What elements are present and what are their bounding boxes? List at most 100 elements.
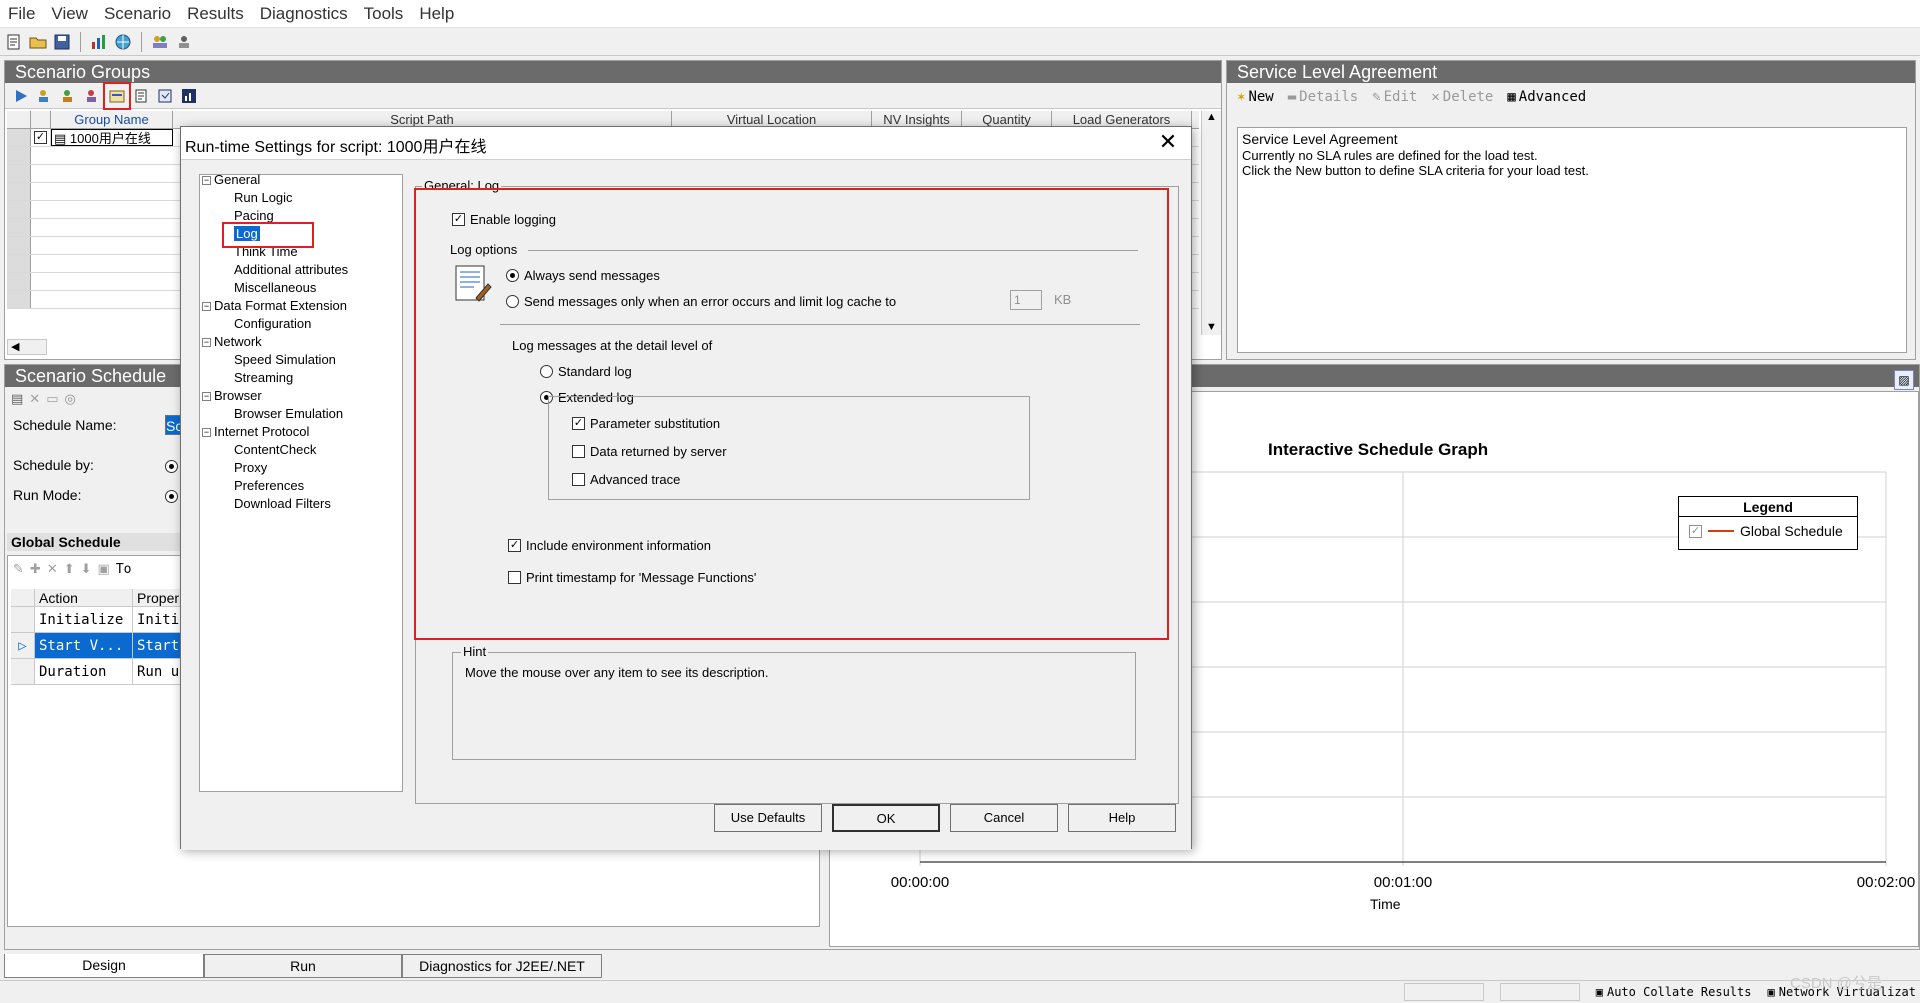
- ok-button[interactable]: OK: [832, 804, 940, 832]
- remove-group-icon[interactable]: [59, 86, 79, 106]
- tree-node-internet-protocol[interactable]: − Internet Protocol: [202, 424, 309, 440]
- tree-item-miscellaneous[interactable]: Miscellaneous: [234, 280, 316, 296]
- tree-node-data-format-extension[interactable]: − Data Format Extension: [202, 298, 347, 314]
- always-send-radio[interactable]: Always send messages: [506, 268, 660, 283]
- cancel-button[interactable]: Cancel: [950, 804, 1058, 832]
- sla-new-button[interactable]: ✶ New: [1237, 89, 1274, 105]
- auto-collate-status[interactable]: ▣ Auto Collate Results: [1596, 985, 1752, 999]
- parameter-substitution-checkbox[interactable]: ✓ Parameter substitution: [572, 416, 720, 431]
- play-icon[interactable]: [11, 86, 31, 106]
- script-icon: ▤: [54, 131, 67, 146]
- close-icon[interactable]: ✕: [1155, 129, 1181, 155]
- menu-view[interactable]: View: [43, 0, 96, 28]
- enable-logging-checkbox[interactable]: ✓ Enable logging: [452, 212, 556, 227]
- include-environment-checkbox[interactable]: ✓ Include environment information: [508, 538, 711, 553]
- toolbar-separator: [141, 31, 142, 52]
- menu-scenario[interactable]: Scenario: [96, 0, 179, 28]
- new-scenario-icon[interactable]: [4, 32, 24, 52]
- sla-edit-button[interactable]: ✎ Edit: [1372, 89, 1417, 105]
- view-script-icon[interactable]: [131, 86, 151, 106]
- table-row[interactable]: Initialize Initia: [11, 607, 191, 633]
- graph-settings-icon[interactable]: ▨: [1894, 370, 1914, 390]
- legend-checkbox[interactable]: ✓: [1689, 524, 1702, 538]
- tree-item-proxy[interactable]: Proxy: [234, 460, 267, 476]
- sla-details-button[interactable]: ▬ Details: [1288, 89, 1358, 105]
- tree-node-general[interactable]: − General: [202, 172, 260, 188]
- tree-item-speed-simulation[interactable]: Speed Simulation: [234, 352, 336, 368]
- user-group-icon[interactable]: [174, 32, 194, 52]
- tree-item-preferences[interactable]: Preferences: [234, 478, 304, 494]
- delete-schedule-icon[interactable]: ✕: [29, 391, 40, 407]
- toolbar-separator: [80, 31, 81, 52]
- analysis-icon[interactable]: [179, 86, 199, 106]
- menu-file[interactable]: File: [0, 0, 43, 28]
- menu-tools[interactable]: Tools: [356, 0, 412, 28]
- table-row[interactable]: ▷ Start V... Start: [11, 633, 191, 659]
- tab-design[interactable]: Design: [4, 954, 204, 978]
- collapse-icon[interactable]: −: [202, 302, 211, 311]
- tree-item-additional-attributes[interactable]: Additional attributes: [234, 262, 348, 278]
- collapse-icon[interactable]: −: [202, 176, 211, 185]
- tree-item-download-filters[interactable]: Download Filters: [234, 496, 331, 512]
- move-up-icon[interactable]: ⬆: [64, 561, 75, 577]
- scroll-down-icon[interactable]: ▼: [1202, 321, 1221, 333]
- sla-advanced-button[interactable]: ▦ Advanced: [1507, 89, 1586, 105]
- tab-diagnostics[interactable]: Diagnostics for J2EE/.NET: [402, 954, 602, 978]
- send-on-error-radio[interactable]: Send messages only when an error occurs …: [506, 294, 896, 309]
- delete-action-icon[interactable]: ✕: [47, 561, 58, 577]
- tree-item-contentcheck[interactable]: ContentCheck: [234, 442, 316, 458]
- results-chart-icon[interactable]: [89, 32, 109, 52]
- open-folder-icon[interactable]: [28, 32, 48, 52]
- table-row[interactable]: Duration Run un: [11, 659, 191, 685]
- menu-help[interactable]: Help: [411, 0, 462, 28]
- vertical-scrollbar[interactable]: ▲ ▼: [1201, 111, 1221, 335]
- sla-delete-button[interactable]: ✕ Delete: [1431, 89, 1493, 105]
- tree-item-browser-emulation[interactable]: Browser Emulation: [234, 406, 343, 422]
- tab-run[interactable]: Run: [204, 954, 402, 978]
- detail-level-label: Log messages at the detail level of: [512, 338, 713, 353]
- tree-item-streaming[interactable]: Streaming: [234, 370, 293, 386]
- schedule-by-radio[interactable]: [165, 457, 178, 473]
- new-schedule-icon[interactable]: ▤: [11, 391, 23, 407]
- rename-schedule-icon[interactable]: ▭: [46, 391, 58, 407]
- run-mode-radio[interactable]: [165, 487, 178, 503]
- tree-node-network[interactable]: − Network: [202, 334, 262, 350]
- scroll-up-icon[interactable]: ▲: [1202, 111, 1221, 123]
- collapse-icon[interactable]: −: [202, 428, 211, 437]
- col-group-name[interactable]: Group Name: [51, 111, 173, 128]
- runtime-settings-icon[interactable]: [103, 81, 131, 110]
- details-group-icon[interactable]: [83, 86, 103, 106]
- global-schedule-title: Global Schedule: [7, 533, 207, 551]
- add-group-icon[interactable]: [35, 86, 55, 106]
- script-icon[interactable]: [155, 86, 175, 106]
- move-down-icon[interactable]: ⬇: [81, 561, 92, 577]
- scroll-left-icon[interactable]: ◀: [7, 339, 47, 355]
- col-action[interactable]: Action: [35, 589, 133, 606]
- collapse-icon[interactable]: −: [202, 392, 211, 401]
- advanced-icon: ▦: [1507, 89, 1516, 105]
- legend-item[interactable]: ✓ Global Schedule: [1679, 517, 1857, 545]
- tree-node-browser[interactable]: − Browser: [202, 388, 262, 404]
- collapse-icon[interactable]: −: [202, 338, 211, 347]
- help-button[interactable]: Help: [1068, 804, 1176, 832]
- menu-diagnostics[interactable]: Diagnostics: [252, 0, 356, 28]
- globe-icon[interactable]: [113, 32, 133, 52]
- menu-results[interactable]: Results: [179, 0, 252, 28]
- edit-action-icon[interactable]: ✎: [13, 561, 24, 577]
- tree-item-run-logic[interactable]: Run Logic: [234, 190, 293, 206]
- tree-item-configuration[interactable]: Configuration: [234, 316, 311, 332]
- users-icon[interactable]: [150, 32, 170, 52]
- data-returned-checkbox[interactable]: Data returned by server: [572, 444, 727, 459]
- group-name-cell[interactable]: ▤ 1000用户在线: [51, 129, 173, 146]
- hint-text: Move the mouse over any item to see its …: [465, 665, 769, 680]
- standard-log-radio[interactable]: Standard log: [540, 364, 632, 379]
- add-action-icon[interactable]: ✚: [30, 561, 41, 577]
- schedule-settings-icon[interactable]: ◎: [65, 391, 76, 407]
- save-icon[interactable]: [52, 32, 72, 52]
- print-timestamp-checkbox[interactable]: Print timestamp for 'Message Functions': [508, 570, 756, 585]
- group-checkbox[interactable]: ✓: [31, 129, 51, 146]
- copy-icon[interactable]: ▣: [98, 561, 110, 577]
- use-defaults-button[interactable]: Use Defaults: [714, 804, 822, 832]
- advanced-trace-checkbox[interactable]: Advanced trace: [572, 472, 680, 487]
- log-cache-size-input[interactable]: 1: [1010, 290, 1042, 310]
